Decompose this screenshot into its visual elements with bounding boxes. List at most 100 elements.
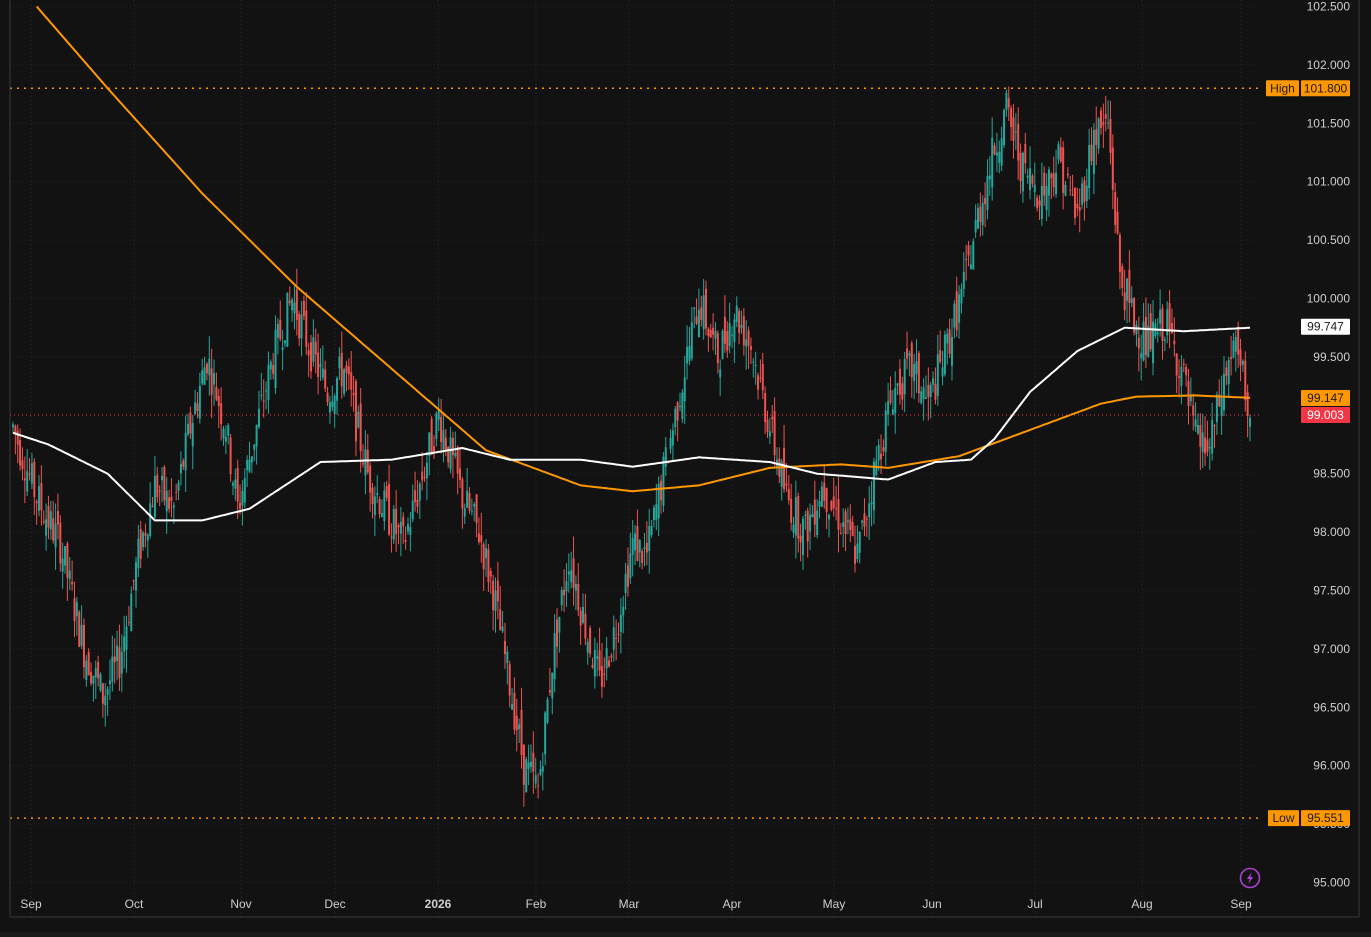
- candle-body: [203, 367, 206, 385]
- price-chart[interactable]: 95.00095.50096.00096.50097.00097.50098.0…: [0, 0, 1371, 932]
- candle-body: [397, 525, 400, 528]
- candle-body: [1000, 138, 1003, 166]
- candle-body: [111, 656, 114, 682]
- candle-body: [376, 493, 379, 495]
- candle-body: [593, 649, 596, 677]
- candle-body: [26, 471, 29, 492]
- candle-body: [600, 666, 603, 687]
- candle-body: [508, 664, 511, 696]
- candle-body: [314, 341, 317, 355]
- candle-body: [250, 456, 253, 463]
- candle-body: [676, 402, 679, 421]
- candle-body: [333, 395, 336, 414]
- candle-body: [948, 329, 951, 354]
- candle-body: [80, 624, 83, 646]
- candle-body: [85, 660, 88, 680]
- candle-body: [380, 513, 383, 518]
- candle-body: [220, 403, 223, 425]
- candle-body: [884, 410, 887, 452]
- candle-body: [967, 245, 970, 256]
- candle-body: [1043, 172, 1046, 196]
- candle-body: [224, 436, 227, 442]
- candle-body: [572, 558, 575, 588]
- candle-body: [125, 626, 128, 650]
- candle-body: [1239, 349, 1242, 366]
- chart-canvas[interactable]: 95.00095.50096.00096.50097.00097.50098.0…: [0, 0, 1371, 932]
- candle-body: [811, 514, 814, 518]
- candle-body: [373, 496, 376, 516]
- candle-body: [858, 532, 861, 553]
- candle-body: [310, 342, 313, 372]
- price-tick-label: 97.000: [1313, 642, 1350, 656]
- candle-body: [745, 339, 748, 347]
- candle-body: [728, 323, 731, 346]
- candle-body: [383, 490, 386, 522]
- candle-body: [903, 359, 906, 395]
- candle-body: [496, 580, 499, 602]
- ma-fast-badge: 99.747: [1307, 320, 1344, 334]
- candle-body: [969, 264, 972, 269]
- candle-body: [908, 353, 911, 356]
- candle-body: [1232, 340, 1235, 358]
- candle-body: [336, 378, 339, 401]
- candle-body: [664, 447, 667, 467]
- candle-body: [1234, 337, 1237, 352]
- candle-body: [470, 510, 473, 512]
- candle-body: [946, 333, 949, 344]
- candle-body: [844, 511, 847, 535]
- candle-body: [1244, 360, 1247, 401]
- candle-body: [130, 593, 133, 631]
- candle-body: [742, 316, 745, 346]
- candle-body: [1180, 366, 1183, 386]
- candle-body: [1163, 339, 1166, 341]
- price-tick-label: 101.000: [1307, 175, 1351, 189]
- candle-body: [551, 672, 554, 699]
- time-tick-label: Jun: [922, 897, 941, 911]
- price-tick-label: 95.000: [1313, 876, 1350, 890]
- candle-body: [910, 343, 913, 378]
- candle-body: [648, 526, 651, 551]
- candle-body: [518, 724, 521, 730]
- candle-body: [574, 583, 577, 591]
- candle-body: [451, 438, 454, 456]
- candle-body: [820, 486, 823, 507]
- candle-body: [64, 546, 67, 566]
- candle-body: [690, 322, 693, 359]
- candle-body: [1097, 118, 1100, 149]
- candle-body: [227, 425, 230, 437]
- candle-body: [19, 440, 22, 466]
- candle-body: [480, 535, 483, 543]
- candle-body: [23, 478, 26, 481]
- candle-body: [139, 529, 142, 559]
- candle-body: [1225, 367, 1228, 377]
- candle-body: [1130, 298, 1133, 304]
- candle-body: [137, 538, 140, 568]
- candle-body: [1071, 194, 1074, 196]
- candle-body: [260, 394, 263, 396]
- candle-body: [1156, 332, 1159, 335]
- ma-slow-badge: 99.147: [1307, 391, 1344, 405]
- candle-body: [54, 523, 57, 548]
- candle-body: [998, 151, 1001, 163]
- time-tick-label: Jul: [1027, 897, 1042, 911]
- candle-body: [1052, 173, 1055, 188]
- candle-body: [617, 633, 620, 635]
- candle-body: [286, 292, 289, 347]
- candle-body: [12, 424, 14, 428]
- candle-body: [362, 462, 365, 465]
- candle-body: [1050, 173, 1053, 179]
- candle-body: [849, 519, 852, 530]
- candle-body: [97, 662, 100, 679]
- candle-body: [40, 483, 43, 511]
- candle-body: [61, 558, 64, 572]
- candle-body: [56, 511, 59, 525]
- candle-body: [797, 496, 800, 539]
- candle-body: [371, 487, 374, 505]
- candle-body: [494, 590, 497, 611]
- candle-body: [1220, 398, 1223, 416]
- candle-body: [953, 303, 956, 328]
- price-tick-label: 100.500: [1307, 233, 1351, 247]
- candle-body: [825, 488, 828, 513]
- chart-background: [0, 0, 1371, 932]
- candle-body: [962, 272, 965, 289]
